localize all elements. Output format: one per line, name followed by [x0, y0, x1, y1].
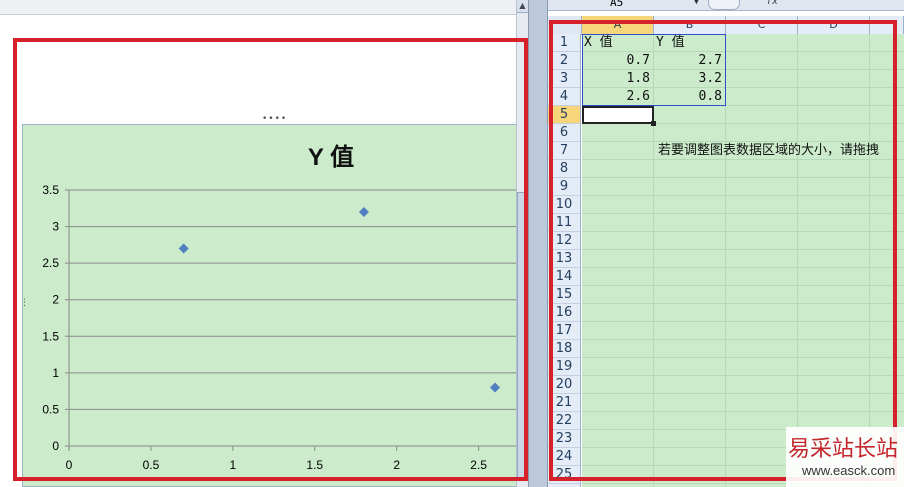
row-header-21[interactable]: 21: [548, 394, 580, 412]
row-header-6[interactable]: 6: [548, 124, 580, 142]
x-tick-label-5: 2.5: [470, 458, 487, 472]
x-tick-label-1: 0.5: [143, 458, 160, 472]
column-header-e[interactable]: [870, 16, 904, 34]
cell-a2[interactable]: 0.7: [584, 52, 650, 70]
chart-area[interactable]: Y 值 0 0.5 1 1.5 2 2.5 3 3.5 0 0.5 1 1.5 2 2.5: [22, 124, 523, 487]
chart-title: Y 值: [308, 143, 354, 171]
row-header-20[interactable]: 20: [548, 376, 580, 394]
formula-expand-handle[interactable]: [708, 0, 740, 10]
column-header-a[interactable]: A: [582, 16, 654, 34]
select-all-corner[interactable]: [548, 16, 582, 34]
y-tick-label-5: 2.5: [42, 256, 59, 270]
row-header-12[interactable]: 12: [548, 232, 580, 250]
row-header-23[interactable]: 23: [548, 430, 580, 448]
row-header-17[interactable]: 17: [548, 322, 580, 340]
cell-a1[interactable]: X 值: [584, 34, 613, 52]
scroll-up-icon[interactable]: ▲: [517, 0, 528, 13]
chart-y-tick-labels: 0 0.5 1 1.5 2 2.5 3 3.5: [42, 183, 59, 453]
formula-bar: A5 ▼ fx: [548, 0, 904, 11]
row-header-14[interactable]: 14: [548, 268, 580, 286]
row-header-8[interactable]: 8: [548, 160, 580, 178]
cell-a4[interactable]: 2.6: [584, 88, 650, 106]
fx-icon[interactable]: fx: [766, 0, 778, 7]
cell-grid[interactable]: X 值 Y 值 0.7 2.7 1.8 3.2 2.6 0.8 若要调整图表数据…: [582, 34, 904, 487]
cell-b3[interactable]: 3.2: [656, 70, 722, 88]
chart-resize-handle-left[interactable]: ⋮: [20, 299, 30, 308]
window-split-divider[interactable]: [528, 0, 548, 487]
row-header-4[interactable]: 4: [548, 88, 580, 106]
x-tick-label-3: 1.5: [306, 458, 323, 472]
chart-pane: •••• Y 值 0 0.5 1 1.5 2 2.5 3 3.5 0 0.5 1 1.5 2 2.5 ⋮: [0, 0, 528, 487]
y-tick-label-2: 1: [52, 366, 59, 380]
y-tick-label-6: 3: [52, 220, 59, 234]
row-header-22[interactable]: 22: [548, 412, 580, 430]
x-tick-label-4: 2: [393, 458, 400, 472]
cell-b7-note[interactable]: 若要调整图表数据区域的大小，请拖拽: [658, 142, 879, 160]
y-tick-label-1: 0.5: [42, 402, 59, 416]
row-header-15[interactable]: 15: [548, 286, 580, 304]
y-tick-label-7: 3.5: [42, 183, 59, 197]
top-band: [0, 0, 528, 15]
spreadsheet: A5 ▼ fx A B C D 1 2 3 4 5 6 7 8 9 10 11 12 13 14 15 16 1…: [548, 0, 904, 487]
column-headers: A B C D: [548, 16, 904, 35]
watermark: 易采站长站 www.easck.com: [786, 427, 904, 487]
fill-handle[interactable]: [651, 121, 656, 126]
row-header-10[interactable]: 10: [548, 196, 580, 214]
cell-b4[interactable]: 0.8: [656, 88, 722, 106]
row-header-7[interactable]: 7: [548, 142, 580, 160]
row-header-13[interactable]: 13: [548, 250, 580, 268]
row-header-25[interactable]: 25: [548, 466, 580, 484]
column-header-c[interactable]: C: [726, 16, 798, 34]
row-header-1[interactable]: 1: [548, 34, 580, 52]
row-header-19[interactable]: 19: [548, 358, 580, 376]
watermark-url: www.easck.com: [802, 463, 896, 478]
row-header-3[interactable]: 3: [548, 70, 580, 88]
left-scroll-thumb[interactable]: [517, 192, 527, 478]
data-point-0[interactable]: [178, 243, 189, 254]
name-box[interactable]: A5: [610, 0, 623, 9]
row-header-2[interactable]: 2: [548, 52, 580, 70]
data-point-2[interactable]: [490, 382, 500, 393]
row-header-18[interactable]: 18: [548, 340, 580, 358]
chart-resize-handle-top[interactable]: ••••: [262, 115, 287, 124]
y-tick-label-3: 1.5: [42, 329, 59, 343]
cell-b2[interactable]: 2.7: [656, 52, 722, 70]
chart-gridlines: [65, 189, 523, 451]
chart-x-tick-labels: 0 0.5 1 1.5 2 2.5: [66, 458, 488, 472]
x-tick-label-0: 0: [66, 458, 73, 472]
y-tick-label-4: 2: [52, 293, 59, 307]
data-point-1[interactable]: [358, 206, 369, 217]
cell-a3[interactable]: 1.8: [584, 70, 650, 88]
selected-cell-a5[interactable]: [582, 106, 654, 124]
column-header-d[interactable]: D: [798, 16, 870, 34]
column-header-b[interactable]: B: [654, 16, 726, 34]
name-box-dropdown-icon[interactable]: ▼: [694, 0, 699, 6]
scatter-chart: Y 值 0 0.5 1 1.5 2 2.5 3 3.5 0 0.5 1 1.5 2 2.5: [42, 143, 523, 472]
y-tick-label-0: 0: [52, 439, 59, 453]
row-header-16[interactable]: 16: [548, 304, 580, 322]
row-header-5[interactable]: 5: [548, 106, 580, 124]
row-header-24[interactable]: 24: [548, 448, 580, 466]
x-tick-label-2: 1: [230, 458, 237, 472]
row-header-11[interactable]: 11: [548, 214, 580, 232]
row-headers: 1 2 3 4 5 6 7 8 9 10 11 12 13 14 15 16 17 18 19 20 21 22 23 24 2…: [548, 34, 581, 487]
cell-b1[interactable]: Y 值: [656, 34, 685, 52]
watermark-text: 易采站长站: [788, 437, 899, 462]
row-header-9[interactable]: 9: [548, 178, 580, 196]
